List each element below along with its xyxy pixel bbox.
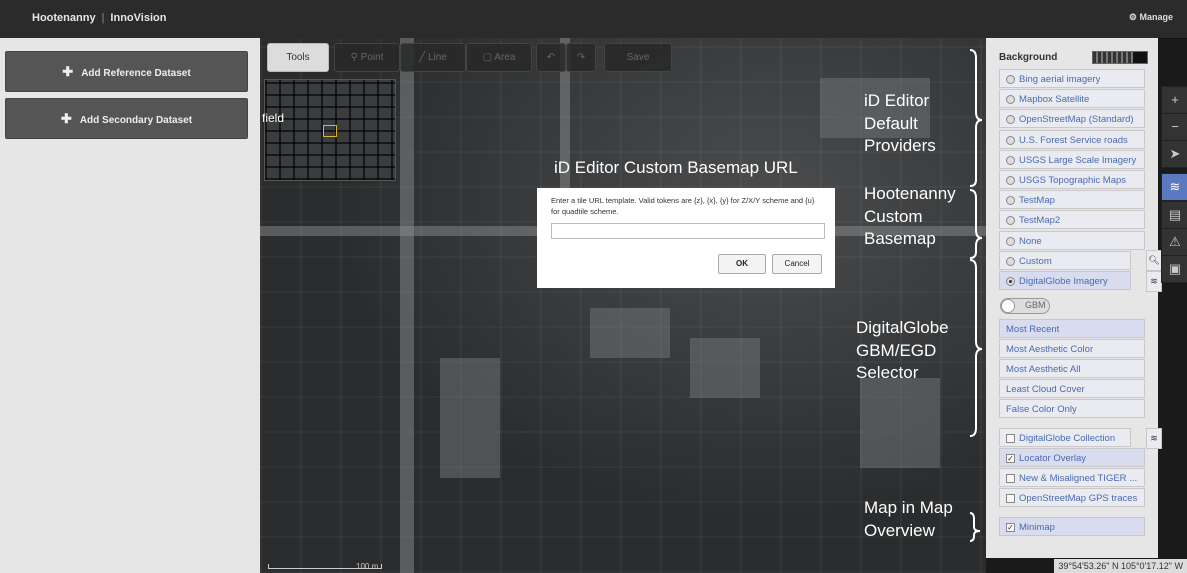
save-icon: ▣ [1168,261,1182,276]
annotation-line: Custom [864,206,923,226]
bracket-custom-basemap [969,189,983,259]
org-name: InnoVision [110,12,167,24]
issues-icon: ⚠ [1169,234,1181,249]
manage-button[interactable]: ⚙ Manage [1129,12,1173,23]
annotation-line: Basemap [864,229,936,248]
annotation-line: Map in Map [864,498,953,517]
app-name: Hootenanny [32,12,96,24]
annotation-line: Providers [864,136,936,155]
top-bar: Hootenanny | InnoVision ⚙ Manage [0,0,1187,39]
bracket-default-providers [969,49,983,187]
add-reference-dataset-button[interactable]: ✚ Add Reference Dataset [5,51,248,92]
brand: Hootenanny | InnoVision [32,12,166,24]
coordinates-readout: 39°54'53.26" N 105°0'17.12" W [1054,559,1187,573]
annotation-line: iD Editor [864,91,930,110]
zoom-out-button[interactable]: − [1161,113,1187,141]
annotation-default-providers: iD Editor Default Providers [864,90,936,158]
gbm-toggle[interactable]: GBM [1000,298,1050,314]
add-secondary-dataset-button[interactable]: ✚ Add Secondary Dataset [5,98,248,139]
gbm-toggle-label: GBM [1025,300,1046,310]
annotation-line: Default [864,113,918,133]
annotation-line: Selector [856,363,919,382]
zoom-in-icon: + [1171,92,1179,107]
add-secondary-label: Add Secondary Dataset [79,115,193,126]
annotation-line: GBM/EGD [856,340,937,360]
map-data-button[interactable]: ▤ [1161,201,1187,229]
annotation-minimap: Map in Map Overview [864,497,953,542]
layers-button[interactable]: ≋ [1161,173,1187,201]
geolocate-icon: ➤ [1169,146,1181,161]
bracket-minimap [969,512,981,542]
save-button[interactable]: ▣ [1161,255,1187,283]
annotation-custom-basemap: Hootenanny Custom Basemap [864,183,956,251]
add-reference-label: Add Reference Dataset [81,68,191,79]
annotation-dg-selector: DigitalGlobe GBM/EGD Selector [856,317,949,385]
plus-icon: ✚ [60,111,72,126]
zoom-in-button[interactable]: + [1161,86,1187,114]
map-data-icon: ▤ [1168,207,1182,222]
gear-icon: ⚙ [1128,12,1137,22]
bracket-dg-selector [969,259,983,437]
dataset-panel: ✚ Add Reference Dataset ✚ Add Secondary Da… [0,38,260,573]
annotation-line: Hootenanny [864,184,956,203]
zoom-out-icon: − [1171,119,1179,134]
manage-label: Manage [1139,12,1173,22]
layers-icon: ≋ [1169,179,1181,194]
annotation-line: DigitalGlobe [856,318,949,337]
plus-icon: ✚ [62,64,74,79]
annotation-line: Overview [864,520,935,540]
brand-separator: | [101,12,105,24]
geolocate-button[interactable]: ➤ [1161,140,1187,168]
toggle-knob [1001,299,1015,313]
issues-button[interactable]: ⚠ [1161,228,1187,256]
